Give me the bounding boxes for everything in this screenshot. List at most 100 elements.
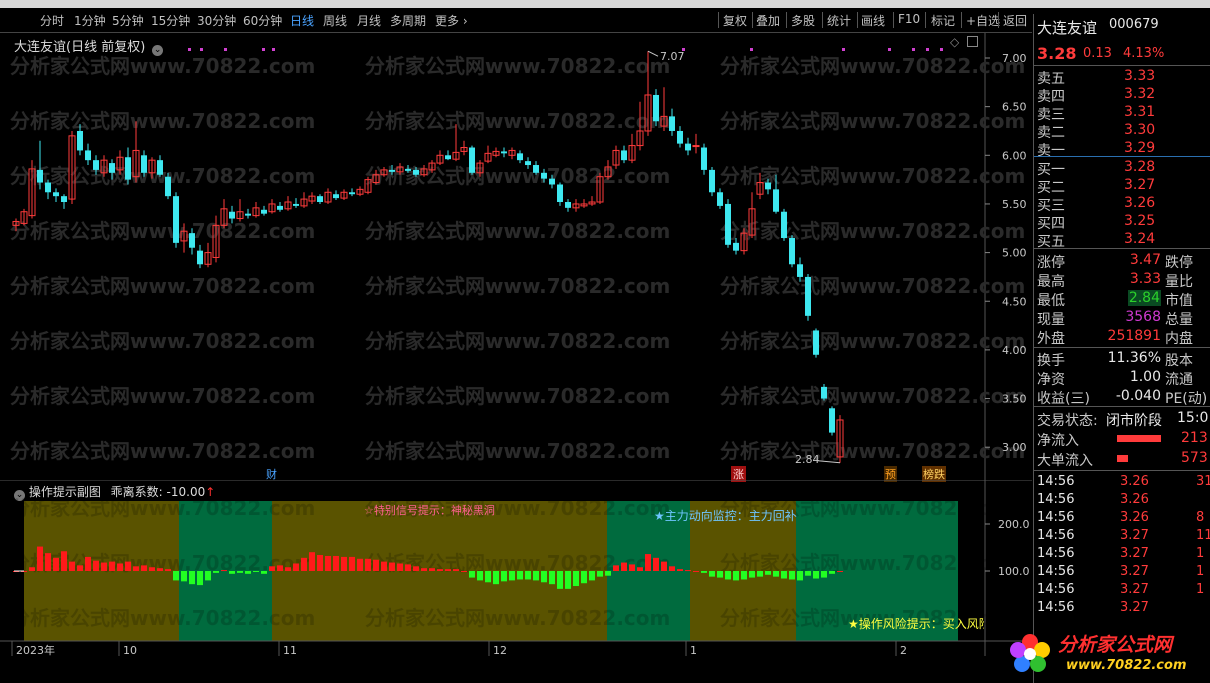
indicator-bar: [445, 569, 451, 571]
period-tab-multi[interactable]: 多周期: [390, 12, 426, 29]
more-periods-button[interactable]: 更多 ›: [435, 12, 468, 29]
tick-row: 14:56 3.27 1: [1034, 546, 1210, 564]
event-dot: [912, 48, 915, 51]
price-change-pct: 4.13%: [1123, 46, 1165, 61]
candlestick-chart[interactable]: 分析家公式网www.70822.com 分析家公式网www.70822.com 分析…: [0, 33, 1032, 480]
back-button[interactable]: 返回: [1003, 12, 1027, 29]
tick-time: 14:56: [1037, 564, 1075, 579]
main-force-text: ★主力动向监控：主力回补: [654, 509, 797, 523]
candle-body: [277, 205, 283, 210]
multi-stock-button[interactable]: 多股: [791, 12, 815, 29]
candle-body: [765, 182, 771, 190]
time-tick-label: 2: [900, 644, 907, 656]
period-tab-1min[interactable]: 1分钟: [74, 12, 106, 29]
tick-row: 14:56 3.27: [1034, 600, 1210, 618]
event-dot: [940, 48, 943, 51]
overlay-button[interactable]: 叠加: [756, 12, 780, 29]
indicator-bar: [621, 562, 627, 571]
period-tab-5min[interactable]: 5分钟: [112, 12, 144, 29]
window-square-icon[interactable]: [967, 36, 979, 47]
indicator-bar: [405, 564, 411, 571]
indicator-bar: [309, 552, 315, 571]
divider: [1034, 156, 1210, 157]
event-dot: [926, 48, 929, 51]
ask-level-row: 卖三 3.31: [1034, 104, 1210, 123]
tick-time: 14:56: [1037, 582, 1075, 597]
watermark-text: 分析家公式网www.70822.com: [720, 329, 1025, 353]
indicator-bar: [805, 571, 811, 576]
period-tab-daily[interactable]: 日线: [290, 12, 314, 29]
net-inflow-label: 净流入: [1037, 433, 1079, 449]
bid-level-row: 买四 3.25: [1034, 213, 1210, 232]
time-axis: 2023年 10 11 12 1 2: [11, 641, 907, 656]
period-tab-weekly[interactable]: 周线: [323, 12, 347, 29]
f10-button[interactable]: F10: [898, 12, 920, 26]
period-tab-60min[interactable]: 60分钟: [243, 12, 282, 29]
chart-option-icons: ◇: [950, 35, 979, 49]
indicator-bar: [29, 567, 35, 571]
fuquan-button[interactable]: 复权: [723, 12, 747, 29]
ask-level-price: 3.33: [1124, 68, 1156, 84]
stat-right-label: 市值: [1165, 293, 1193, 309]
price-tick-label: 7.00: [1002, 52, 1027, 65]
stock-header: 大连友谊 000679: [1034, 17, 1210, 37]
candle-body: [565, 202, 571, 208]
toolbar-divider: [925, 12, 926, 28]
indicator-bar: [757, 571, 763, 577]
candle-body: [61, 196, 67, 203]
watermark-text: 分析家公式网www.70822.com: [365, 219, 670, 243]
indicator-bar: [637, 567, 643, 571]
stat-label: 涨停: [1037, 255, 1065, 271]
stat-right-label: 内盘: [1165, 331, 1193, 347]
divider: [1034, 406, 1210, 407]
stock-name: 大连友谊: [1037, 19, 1098, 37]
period-tab-monthly[interactable]: 月线: [357, 12, 381, 29]
stat-right-label: 量比: [1165, 274, 1193, 290]
mark-button[interactable]: 标记: [931, 12, 955, 29]
tick-price: 3.26: [1120, 510, 1149, 525]
indicator-bar: [733, 571, 739, 581]
add-watchlist-button[interactable]: +自选: [966, 12, 1000, 29]
watermark-layer: 分析家公式网www.70822.com 分析家公式网www.70822.com 分析…: [10, 496, 1025, 630]
chevron-down-icon[interactable]: ⌄: [152, 45, 164, 56]
draw-line-button[interactable]: 画线: [861, 12, 885, 29]
tick-price: 3.27: [1120, 600, 1149, 615]
stat-row: 外盘 251891 内盘: [1034, 328, 1210, 347]
watermark-text: 分析家公式网www.70822.com: [10, 219, 315, 243]
ask-level-label: 卖一: [1037, 143, 1065, 159]
indicator-bar: [613, 565, 619, 571]
candle-body: [109, 163, 115, 173]
price-tick-label: 6.00: [1002, 149, 1027, 162]
tick-row: 14:56 3.26 31: [1034, 474, 1210, 492]
time-tick-label: 10: [123, 644, 137, 656]
event-dot: [842, 48, 845, 51]
stat-label: 换手: [1037, 353, 1065, 369]
period-tab-15min[interactable]: 15分钟: [151, 12, 190, 29]
indicator-bar: [141, 565, 147, 571]
candle-body: [669, 116, 675, 131]
bid-level-label: 买一: [1037, 162, 1065, 178]
candle-body: [317, 196, 323, 203]
ask-level-row: 卖五 3.33: [1034, 68, 1210, 87]
period-tab-fenshi[interactable]: 分时: [40, 12, 64, 29]
candle-body: [469, 147, 475, 173]
big-inflow-label: 大单流入: [1037, 453, 1093, 469]
diamond-icon[interactable]: ◇: [950, 35, 959, 49]
stat-right-label: 跌停: [1165, 255, 1193, 271]
tick-price: 3.26: [1120, 474, 1149, 489]
toolbar-divider: [961, 12, 962, 28]
divider: [1034, 248, 1210, 249]
period-tab-30min[interactable]: 30分钟: [197, 12, 236, 29]
watermark-text: 分析家公式网www.70822.com: [720, 109, 1025, 133]
site-logo: 分析家公式网 www.70822.com: [1004, 628, 1204, 680]
candle-body: [229, 211, 235, 219]
candle-body: [189, 233, 195, 248]
quote-panel: 大连友谊 000679 3.28 0.13 4.13% 卖五 3.33 卖四 3.32…: [1033, 14, 1210, 683]
bid-level-row: 买五 3.24: [1034, 231, 1210, 250]
indicator-bar: [605, 571, 611, 576]
stat-value: 3.47: [1129, 252, 1161, 268]
stat-right-label: 总量: [1165, 312, 1193, 328]
statistics-button[interactable]: 统计: [827, 12, 851, 29]
bid-level-price: 3.26: [1124, 195, 1156, 211]
candle-body: [261, 209, 267, 214]
